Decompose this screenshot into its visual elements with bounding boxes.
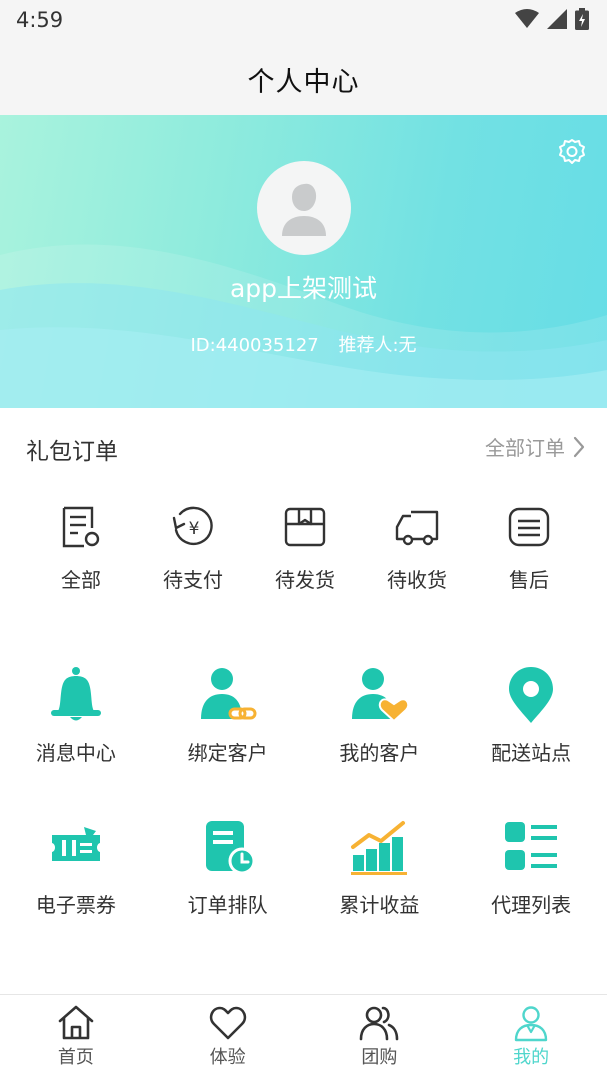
yen-clock-icon: ¥: [172, 506, 213, 546]
document-icon: [62, 506, 100, 548]
order-pending-shipment-label: 待发货: [275, 568, 335, 592]
message-center-button[interactable]: 消息中心: [0, 665, 152, 817]
gift-orders-section: 礼包订单 全部订单 全部 ¥ 待支付 待发货 待收货 售后: [0, 408, 607, 608]
feature-grid-row: 消息中心 绑定客户 我的客户 配送站点: [0, 665, 607, 817]
tab-group-buy[interactable]: 团购: [304, 995, 456, 1080]
tab-mine[interactable]: 我的: [455, 995, 607, 1080]
location-pin-icon: [509, 667, 554, 723]
tab-experience-label: 体验: [209, 1047, 246, 1068]
profile-icon: [514, 1006, 548, 1042]
agent-list-label: 代理列表: [491, 893, 572, 917]
user-meta: ID:440035127 推荐人:无: [0, 331, 607, 357]
bind-customer-button[interactable]: 绑定客户: [152, 665, 304, 817]
total-earnings-button[interactable]: 累计收益: [304, 817, 456, 969]
list-card-icon: [508, 507, 550, 547]
signal-icon: [547, 9, 567, 29]
agent-list-button[interactable]: 代理列表: [455, 817, 607, 969]
e-ticket-label: 电子票券: [35, 893, 116, 917]
ticket-icon: [51, 827, 100, 861]
user-link-icon: [200, 668, 257, 720]
bind-customer-label: 绑定客户: [187, 741, 268, 765]
page-header: 个人中心: [0, 44, 607, 115]
truck-icon: [395, 510, 439, 546]
delivery-station-label: 配送站点: [491, 741, 572, 765]
order-clock-icon: [205, 821, 256, 875]
banner-waves: [0, 244, 607, 408]
bell-icon: [50, 667, 101, 721]
tab-home[interactable]: 首页: [0, 995, 152, 1080]
orders-title: 礼包订单: [26, 439, 118, 465]
settings-button[interactable]: [557, 137, 587, 167]
status-bar: 4:59: [0, 0, 607, 44]
order-after-sale-button[interactable]: 售后: [473, 504, 585, 593]
order-pending-receipt-button[interactable]: 待收货: [361, 504, 473, 593]
chevron-right-icon: [573, 436, 585, 457]
wifi-icon: [515, 9, 539, 28]
group-icon: [360, 1006, 399, 1041]
order-status-row: 全部 ¥ 待支付 待发货 待收货 售后: [0, 504, 607, 593]
all-orders-label: 全部订单: [485, 436, 565, 460]
order-all-label: 全部: [61, 568, 101, 592]
agent-list-icon: [505, 822, 558, 870]
order-queue-label: 订单排队: [187, 893, 268, 917]
tab-mine-label: 我的: [513, 1047, 550, 1068]
order-all-button[interactable]: 全部: [25, 504, 137, 593]
tab-home-label: 首页: [57, 1047, 94, 1068]
message-center-label: 消息中心: [35, 741, 116, 765]
user-id: ID:440035127: [190, 335, 319, 356]
total-earnings-label: 累计收益: [339, 893, 420, 917]
order-pending-payment-button[interactable]: ¥ 待支付: [137, 504, 249, 593]
my-customers-label: 我的客户: [339, 741, 420, 765]
heart-icon: [209, 1006, 246, 1040]
order-queue-button[interactable]: 订单排队: [152, 817, 304, 969]
status-icons: [515, 8, 589, 30]
home-icon: [58, 1005, 94, 1040]
gear-icon: [559, 139, 585, 164]
status-time: 4:59: [16, 8, 64, 32]
default-avatar-icon: [282, 183, 326, 236]
referrer: 推荐人:无: [338, 335, 417, 356]
username: app上架测试: [229, 274, 378, 303]
avatar[interactable]: [257, 161, 351, 255]
feature-grid-row: 电子票券 订单排队 累计收益 代理列表: [0, 817, 607, 969]
bottom-tab-bar: 首页 体验 团购 我的: [0, 994, 607, 1080]
user-heart-icon: [352, 668, 410, 723]
all-orders-link[interactable]: 全部订单: [485, 432, 585, 461]
tab-experience[interactable]: 体验: [152, 995, 304, 1080]
order-pending-receipt-label: 待收货: [387, 568, 447, 592]
battery-icon: [575, 8, 589, 30]
delivery-station-button[interactable]: 配送站点: [455, 665, 607, 817]
box-icon: [284, 507, 326, 547]
order-after-sale-label: 售后: [509, 568, 549, 592]
profile-banner: app上架测试 ID:440035127 推荐人:无: [0, 115, 607, 408]
order-pending-payment-label: 待支付: [163, 568, 223, 592]
tab-group-buy-label: 团购: [361, 1047, 398, 1068]
order-pending-shipment-button[interactable]: 待发货: [249, 504, 361, 593]
bar-growth-icon: [351, 821, 408, 875]
my-customers-button[interactable]: 我的客户: [304, 665, 456, 817]
e-ticket-button[interactable]: 电子票券: [0, 817, 152, 969]
svg-text:¥: ¥: [189, 519, 200, 539]
feature-grid: 消息中心 绑定客户 我的客户 配送站点 电子票券 订单排队 累计收益 代理列表: [0, 665, 607, 969]
page-title: 个人中心: [247, 67, 360, 98]
